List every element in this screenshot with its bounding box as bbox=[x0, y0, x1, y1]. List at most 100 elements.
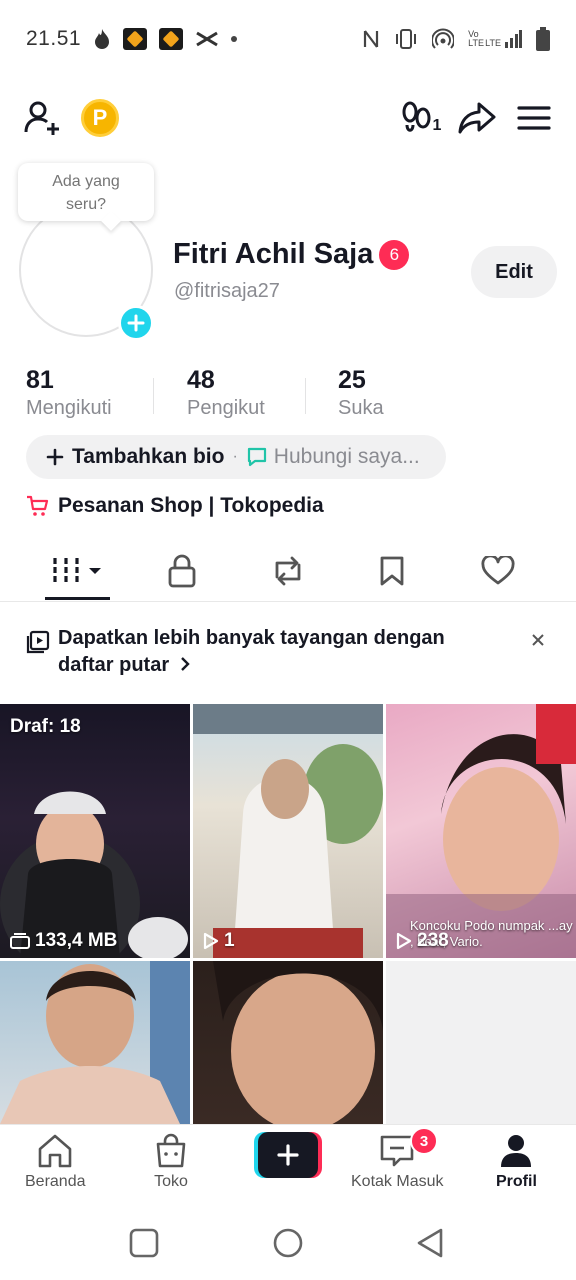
add-user-button[interactable] bbox=[20, 95, 64, 141]
footprint-count: 1 bbox=[432, 117, 442, 134]
share-button[interactable] bbox=[455, 95, 499, 141]
bio-separator: · bbox=[232, 448, 238, 465]
profile-views-button[interactable]: 1 bbox=[398, 95, 444, 141]
lte-label: LTE bbox=[485, 38, 501, 48]
tab-favorites[interactable] bbox=[362, 548, 422, 594]
thumbnail-image bbox=[0, 961, 190, 1124]
tab-liked[interactable] bbox=[468, 548, 528, 594]
profile-tabs bbox=[0, 540, 576, 602]
back-triangle-icon bbox=[417, 1228, 443, 1258]
coin-button[interactable]: P bbox=[78, 95, 122, 141]
square-icon bbox=[129, 1228, 159, 1258]
thumbnail-image bbox=[193, 704, 383, 958]
cart-icon bbox=[27, 495, 49, 516]
menu-button[interactable] bbox=[512, 95, 556, 141]
video-thumbnail[interactable] bbox=[193, 961, 383, 1124]
playlist-icon bbox=[26, 630, 50, 654]
profile-name: Fitri Achil Saja bbox=[173, 238, 374, 270]
stat-likes[interactable]: 25 Suka bbox=[338, 366, 384, 420]
nav-inbox-label: Kotak Masuk bbox=[351, 1173, 444, 1190]
recents-button[interactable] bbox=[127, 1226, 161, 1260]
grid-icon bbox=[53, 558, 101, 584]
playlist-banner-label: Dapatkan lebih banyak tayangan dengan da… bbox=[58, 627, 445, 676]
bubble-text-line1: Ada yang bbox=[52, 173, 120, 190]
active-tab-indicator bbox=[45, 597, 110, 600]
share-icon bbox=[458, 102, 496, 134]
menu-icon bbox=[517, 106, 551, 130]
vibrate-icon bbox=[396, 29, 417, 49]
status-time: 21.51 bbox=[26, 27, 82, 50]
video-thumbnail[interactable]: 1 bbox=[193, 704, 383, 958]
stat-value: 25 bbox=[338, 366, 366, 394]
tab-reposts[interactable] bbox=[258, 548, 318, 594]
stat-following[interactable]: 81 Mengikuti bbox=[26, 366, 112, 420]
system-nav-bar bbox=[0, 1204, 576, 1280]
shopping-bag-icon bbox=[156, 1133, 186, 1168]
video-thumbnail[interactable] bbox=[0, 961, 190, 1124]
app-icon bbox=[159, 28, 184, 50]
close-icon bbox=[532, 634, 544, 646]
shop-orders-label: Pesanan Shop | Tokopedia bbox=[58, 494, 324, 517]
stat-value: 81 bbox=[26, 366, 54, 394]
stat-label: Suka bbox=[338, 397, 384, 419]
footprint-icon bbox=[402, 101, 431, 132]
tab-videos[interactable] bbox=[50, 548, 110, 594]
nav-home[interactable]: Beranda bbox=[25, 1133, 86, 1191]
stat-divider bbox=[153, 378, 154, 414]
stat-followers[interactable]: 48 Pengikut bbox=[187, 366, 265, 420]
profile-top-bar: P 1 bbox=[0, 95, 576, 145]
profile-handle: @fitrisaja27 bbox=[174, 280, 280, 302]
bubble-text-line2: seru? bbox=[65, 196, 107, 213]
edit-profile-button[interactable]: Edit bbox=[471, 246, 557, 298]
play-icon bbox=[203, 932, 219, 950]
lock-icon bbox=[168, 554, 196, 588]
nav-shop-label: Toko bbox=[154, 1173, 188, 1190]
nav-shop[interactable]: Toko bbox=[153, 1133, 189, 1191]
view-count-value: 1 bbox=[224, 930, 235, 951]
bookmark-icon bbox=[380, 556, 404, 586]
video-thumbnail[interactable]: Koncoku Podo numpak ...ay , beat, Vario.… bbox=[386, 704, 576, 958]
shop-orders-link[interactable]: Pesanan Shop | Tokopedia bbox=[26, 494, 324, 518]
close-banner-button[interactable] bbox=[526, 628, 550, 652]
stat-value: 48 bbox=[187, 366, 215, 394]
repost-icon bbox=[275, 556, 301, 586]
flame-icon bbox=[95, 29, 110, 49]
draft-size: 133,4 MB bbox=[10, 930, 117, 952]
coin-letter: P bbox=[92, 105, 108, 130]
chevron-right-icon bbox=[180, 657, 190, 671]
add-avatar-button[interactable] bbox=[118, 305, 154, 341]
status-bar: 21.51 Vo LTE LTE bbox=[0, 0, 576, 78]
contact-button[interactable]: Hubungi saya... bbox=[274, 445, 420, 469]
home-icon bbox=[38, 1134, 72, 1168]
message-icon bbox=[247, 447, 266, 467]
thumbnail-image bbox=[0, 791, 188, 958]
inbox-badge: 3 bbox=[410, 1127, 438, 1155]
stat-label: Mengikuti bbox=[26, 397, 112, 419]
add-user-icon bbox=[24, 101, 59, 135]
add-bio-button[interactable]: Tambahkan bio bbox=[72, 445, 224, 469]
nav-profile-label: Profil bbox=[496, 1173, 537, 1190]
name-badge: 6 bbox=[379, 239, 410, 270]
view-count: 238 bbox=[396, 930, 449, 952]
empty-grid-slot bbox=[386, 961, 576, 1124]
capcut-icon bbox=[196, 31, 218, 47]
plus-icon bbox=[127, 314, 145, 332]
playlist-banner-text: Dapatkan lebih banyak tayangan dengan da… bbox=[58, 625, 498, 679]
battery-icon bbox=[536, 27, 550, 51]
hotspot-icon bbox=[432, 28, 455, 49]
back-button[interactable] bbox=[413, 1226, 447, 1260]
signal-icon bbox=[505, 30, 522, 48]
plus-icon bbox=[46, 448, 64, 466]
drafts-icon bbox=[10, 933, 30, 949]
view-count: 1 bbox=[203, 930, 235, 952]
view-count-value: 238 bbox=[417, 930, 449, 951]
video-thumbnail-drafts[interactable]: Draf: 18 133,4 MB bbox=[0, 704, 190, 958]
play-icon bbox=[396, 932, 412, 950]
thumbnail-image bbox=[213, 961, 383, 1124]
home-system-button[interactable] bbox=[271, 1226, 305, 1260]
story-prompt-bubble[interactable]: Ada yang seru? bbox=[18, 163, 154, 221]
tab-private[interactable] bbox=[152, 548, 212, 594]
stat-label: Pengikut bbox=[187, 397, 265, 419]
nav-profile[interactable]: Profil bbox=[496, 1133, 537, 1191]
create-video-button[interactable] bbox=[254, 1132, 322, 1178]
